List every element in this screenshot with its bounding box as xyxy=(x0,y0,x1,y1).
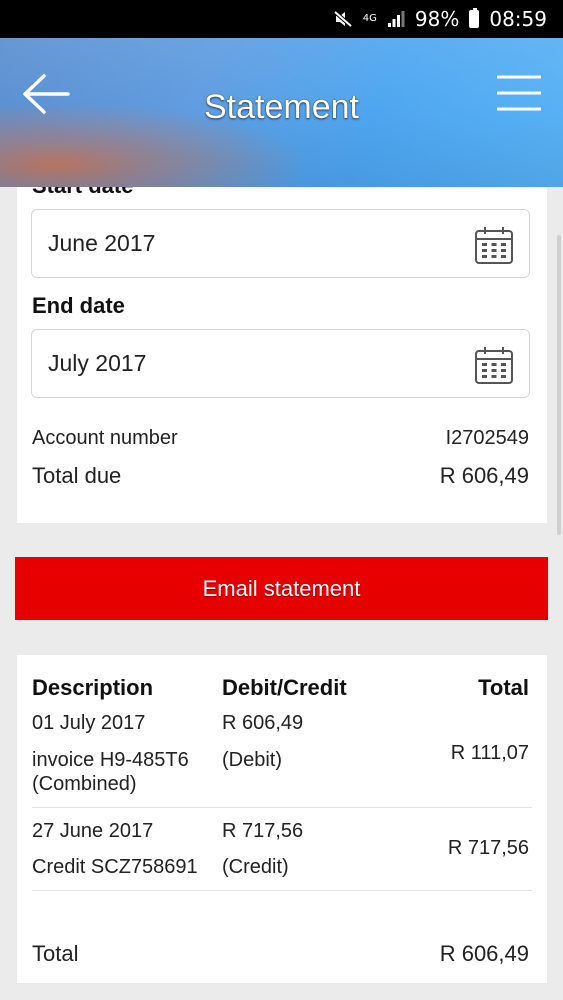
row-date: 01 July 2017 xyxy=(32,712,146,734)
end-date-label: End date xyxy=(32,293,125,318)
account-number-label: Account number xyxy=(32,427,178,449)
row-total: R 717,56 xyxy=(447,837,529,859)
total-due-label: Total due xyxy=(32,463,122,488)
total-due-value: R 606,49 xyxy=(439,463,529,488)
row-type: (Debit) xyxy=(222,749,283,771)
email-statement-button[interactable]: Email statement xyxy=(15,557,548,620)
row-description: Credit SCZ758691 xyxy=(32,856,198,878)
page-title: Statement xyxy=(204,88,359,126)
account-number-value: I2702549 xyxy=(445,427,529,449)
column-header-total: Total xyxy=(478,675,529,700)
end-date-field[interactable]: July 2017 xyxy=(31,329,530,398)
app-header: Statement xyxy=(0,38,563,187)
transactions-card: Description Debit/Credit Total 01 July 2… xyxy=(17,655,547,983)
row-amount: R 606,49 xyxy=(222,712,304,734)
status-time: 08:59 xyxy=(489,7,547,31)
table-total-value: R 606,49 xyxy=(439,941,529,966)
column-header-description: Description xyxy=(32,675,154,700)
row-divider xyxy=(32,807,532,808)
mute-icon xyxy=(333,9,353,29)
menu-button[interactable] xyxy=(493,72,545,116)
hamburger-menu-icon xyxy=(497,75,541,111)
battery-percent: 98% xyxy=(414,7,460,31)
calendar-icon[interactable] xyxy=(474,225,514,265)
row-total: R 111,07 xyxy=(450,742,529,764)
end-date-value: July 2017 xyxy=(48,350,147,376)
scrollbar[interactable] xyxy=(557,235,561,535)
row-description: invoice H9-485T6 (Combined) xyxy=(32,749,189,795)
row-amount: R 717,56 xyxy=(222,820,304,842)
calendar-icon[interactable] xyxy=(474,345,514,385)
network-type: 4G xyxy=(362,13,377,24)
column-header-debit-credit: Debit/Credit xyxy=(222,675,347,700)
row-divider xyxy=(32,890,532,891)
signal-icon xyxy=(387,10,405,28)
start-date-field[interactable]: June 2017 xyxy=(31,209,530,278)
start-date-value: June 2017 xyxy=(48,230,156,256)
row-date: 27 June 2017 xyxy=(32,820,154,842)
table-total-label: Total xyxy=(32,941,79,966)
status-bar: 4G 98% 08:59 xyxy=(0,0,563,38)
statement-filter-card: Start date June 2017 End date July 2017 xyxy=(17,173,547,523)
row-type: (Credit) xyxy=(222,856,289,878)
battery-icon xyxy=(469,8,480,28)
